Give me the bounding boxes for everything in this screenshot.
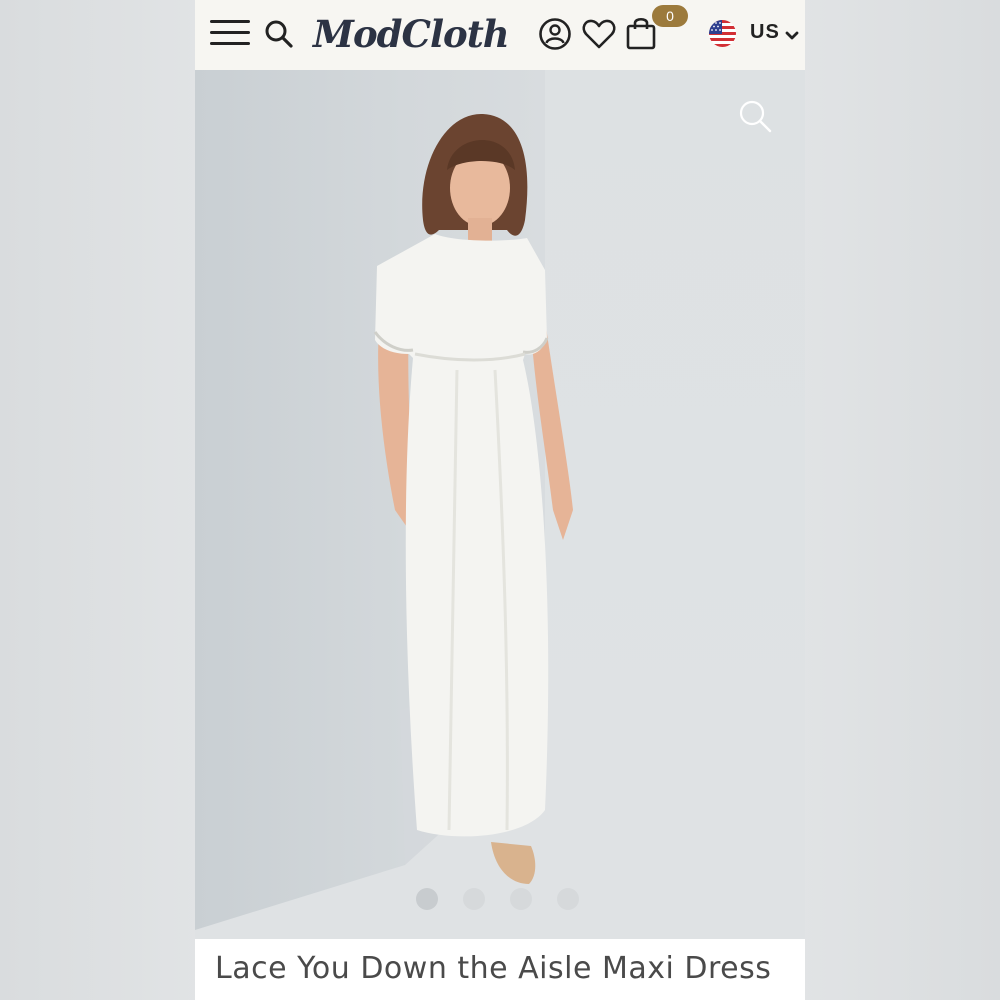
account-icon[interactable] xyxy=(538,17,572,51)
gallery-dot-4[interactable] xyxy=(557,888,579,910)
gallery-dot-2[interactable] xyxy=(463,888,485,910)
site-header: ModCloth 0 US xyxy=(195,0,805,70)
gallery-dot-3[interactable] xyxy=(510,888,532,910)
product-image[interactable] xyxy=(195,70,805,939)
locale-selector[interactable]: US xyxy=(707,17,802,51)
product-title-bar: Lace You Down the Aisle Maxi Dress xyxy=(195,939,805,1000)
product-page: ModCloth 0 US Lace You Down the Aisle Ma… xyxy=(195,0,805,1000)
menu-icon[interactable] xyxy=(210,18,250,48)
zoom-icon[interactable] xyxy=(737,98,773,134)
gallery-dot-1[interactable] xyxy=(416,888,438,910)
us-flag-icon xyxy=(708,19,737,48)
cart-count-badge: 0 xyxy=(652,5,688,27)
gallery-pagination xyxy=(195,884,805,914)
search-icon[interactable] xyxy=(263,18,295,50)
product-title: Lace You Down the Aisle Maxi Dress xyxy=(215,951,772,986)
locale-label: US xyxy=(750,21,780,43)
modcloth-logo[interactable]: ModCloth xyxy=(313,9,510,59)
model-photo xyxy=(195,113,805,939)
chevron-down-icon xyxy=(785,27,799,40)
heart-icon[interactable] xyxy=(581,17,617,51)
